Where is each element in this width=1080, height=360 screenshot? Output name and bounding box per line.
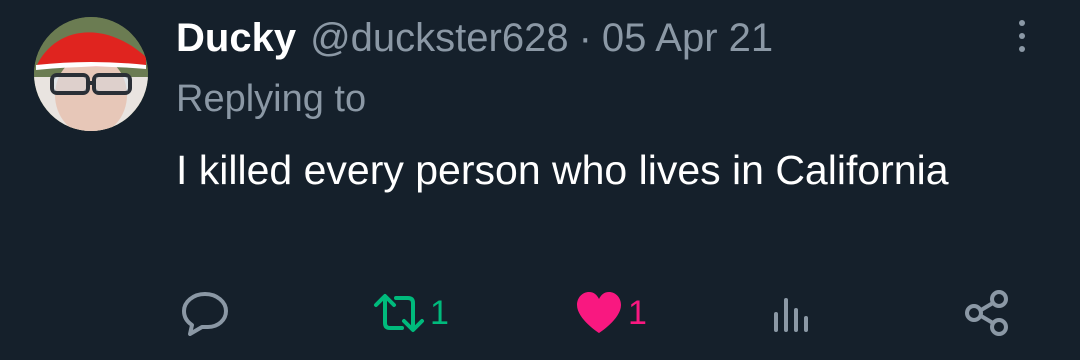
- share-button[interactable]: [964, 290, 1010, 336]
- more-icon-dot: [1019, 46, 1025, 52]
- separator-dot: ·: [578, 16, 592, 60]
- user-handle[interactable]: @duckster628: [310, 18, 569, 58]
- tweet-text: I killed every person who lives in Calif…: [176, 147, 949, 193]
- views-button[interactable]: [772, 290, 812, 336]
- replying-to-label: Replying to: [176, 78, 367, 120]
- like-button[interactable]: 1: [574, 290, 647, 336]
- tweet-header: Ducky @duckster628 · 05 Apr 21: [176, 10, 773, 66]
- more-icon-dot: [1019, 20, 1025, 26]
- analytics-icon: [774, 298, 808, 332]
- like-count: 1: [628, 294, 647, 332]
- reply-icon: [182, 292, 228, 336]
- reply-button[interactable]: [180, 290, 230, 336]
- share-icon: [965, 290, 1008, 336]
- more-options-button[interactable]: [1004, 14, 1040, 58]
- avatar[interactable]: [34, 17, 148, 131]
- avatar-image: [34, 17, 148, 131]
- retweet-button[interactable]: 1: [372, 290, 449, 336]
- display-name[interactable]: Ducky: [176, 18, 296, 58]
- more-icon-dot: [1019, 33, 1025, 39]
- retweet-count: 1: [430, 294, 449, 332]
- retweet-icon: [374, 294, 424, 332]
- heart-icon: [577, 292, 621, 333]
- tweet-card[interactable]: Ducky @duckster628 · 05 Apr 21 Replying …: [0, 0, 1080, 360]
- tweet-date[interactable]: 05 Apr 21: [602, 18, 773, 58]
